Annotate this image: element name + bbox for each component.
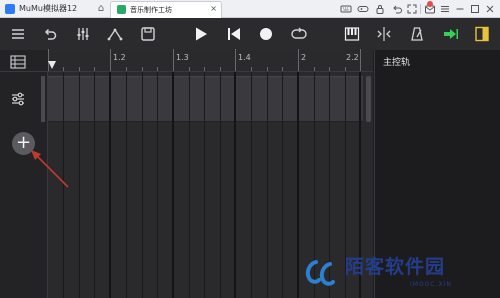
daw-toolbar: [0, 18, 500, 50]
grid-line: [63, 72, 64, 298]
timeline-ruler[interactable]: 1.2 1.3 1.4 2 2.2: [48, 49, 373, 72]
grid-line-bar: [297, 72, 299, 298]
ruler-tick: [329, 67, 330, 71]
add-track-button[interactable]: +: [12, 132, 35, 155]
home-icon[interactable]: ⌂: [95, 3, 107, 15]
ruler-tick: [235, 49, 236, 71]
grid-line: [220, 72, 221, 298]
close-icon[interactable]: [484, 3, 496, 15]
track-list-toggle-area: [0, 50, 48, 72]
ruler-tick: [220, 67, 221, 71]
ruler-tick: [63, 67, 64, 71]
undo-icon[interactable]: [41, 25, 59, 43]
ruler-label: 2.2: [346, 53, 359, 62]
ruler-tick: [204, 67, 205, 71]
ruler-label: 1.3: [176, 53, 189, 62]
ruler-tick: [157, 67, 158, 71]
mumu-logo-icon: [5, 4, 15, 14]
ruler-tick: [79, 67, 80, 71]
track-header[interactable]: [0, 76, 48, 122]
watermark-logo-icon: [305, 260, 335, 286]
automation-icon[interactable]: [106, 25, 124, 43]
split-icon[interactable]: [375, 25, 393, 43]
ruler-label: 2: [301, 53, 307, 62]
track-list-icon[interactable]: [10, 54, 26, 69]
sliders-icon[interactable]: [9, 90, 27, 108]
ruler-tick: [267, 67, 268, 71]
grid-line: [251, 72, 252, 298]
ruler-tick: [251, 67, 252, 71]
grid-line: [94, 72, 95, 298]
grid-line: [157, 72, 158, 298]
ruler-tick: [173, 49, 174, 71]
notification-badge: [427, 1, 433, 7]
ruler-label: 1.2: [113, 53, 126, 62]
ruler-tick: [345, 67, 346, 71]
grid-line: [204, 72, 205, 298]
titlebar-divider: [420, 4, 421, 14]
fullscreen-icon[interactable]: [406, 3, 418, 15]
ruler-label: 1.4: [238, 53, 251, 62]
play-icon[interactable]: [192, 25, 210, 43]
ruler-tick: [142, 67, 143, 71]
grid-line-bar: [172, 72, 174, 298]
app-tab[interactable]: 音乐制作工坊 ×: [110, 1, 222, 18]
panel-toggle-icon[interactable]: [473, 25, 491, 43]
ruler-tick: [282, 67, 283, 71]
ruler-tick: [298, 49, 299, 71]
track-header-column: +: [0, 72, 48, 298]
watermark-subtitle: IMOOC.XIN: [410, 281, 452, 288]
ruler-tick: [110, 49, 111, 71]
minimize-icon[interactable]: [454, 3, 466, 15]
ruler-tick: [94, 67, 95, 71]
loop-icon[interactable]: [290, 25, 308, 43]
grid-line-bar: [234, 72, 236, 298]
keyboard-icon[interactable]: [340, 3, 352, 15]
playhead-marker[interactable]: [48, 61, 56, 69]
track-lane[interactable]: [48, 76, 363, 122]
skip-back-icon[interactable]: [225, 25, 243, 43]
track-selection-bar: [41, 76, 45, 122]
grid-line: [142, 72, 143, 298]
metronome-icon[interactable]: [408, 25, 426, 43]
watermark-title: 陌客软件园: [345, 256, 446, 278]
grid-line: [189, 72, 190, 298]
emulator-window: MuMu模拟器12 ⌂ 音乐制作工坊 × 1.2 1.3 1.4 2 2.2 +…: [0, 0, 500, 298]
record-icon[interactable]: [257, 25, 275, 43]
menu-icon[interactable]: [9, 25, 27, 43]
master-track-title: 主控轨: [383, 58, 411, 68]
lock-icon[interactable]: [374, 3, 386, 15]
grid-line: [282, 72, 283, 298]
mixer-icon[interactable]: [74, 25, 92, 43]
piano-icon[interactable]: [343, 25, 361, 43]
save-icon[interactable]: [139, 25, 157, 43]
ruler-tick: [189, 67, 190, 71]
menu-icon[interactable]: [439, 3, 451, 15]
ruler-tick: [314, 67, 315, 71]
grid-line: [126, 72, 127, 298]
grid-line-bar: [109, 72, 111, 298]
watermark: 陌客软件园 IMOOC.XIN: [300, 244, 500, 298]
gamepad-icon[interactable]: [357, 3, 369, 15]
ruler-tick: [360, 49, 361, 71]
undo-icon[interactable]: [391, 3, 403, 15]
scrollbar-thumb[interactable]: [366, 76, 371, 122]
grid-line: [267, 72, 268, 298]
tab-close-icon[interactable]: ×: [210, 4, 217, 14]
maximize-icon[interactable]: [469, 3, 481, 15]
app-icon: [117, 5, 126, 14]
export-icon[interactable]: [441, 25, 459, 43]
emulator-title: MuMu模拟器12: [19, 4, 78, 13]
emulator-title-bar: MuMu模拟器12 ⌂ 音乐制作工坊 ×: [0, 0, 500, 18]
ruler-tick: [126, 67, 127, 71]
grid-line: [79, 72, 80, 298]
app-tab-label: 音乐制作工坊: [130, 6, 172, 14]
